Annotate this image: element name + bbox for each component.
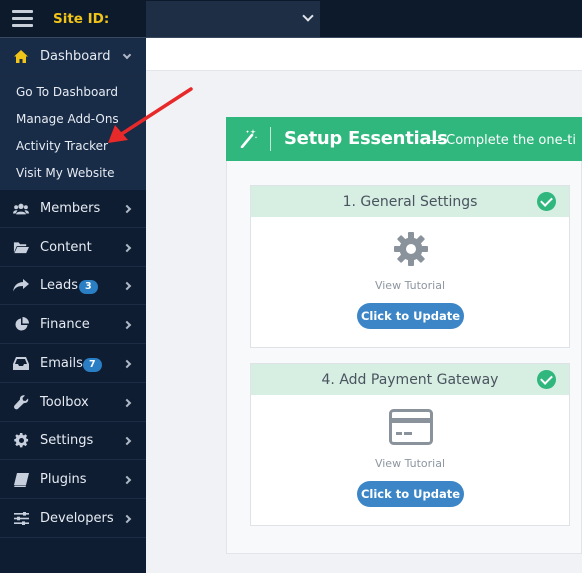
sidebar-item-leads[interactable]: Leads 3 [0, 267, 146, 305]
leads-count-badge: 3 [79, 280, 98, 294]
sidebar-item-finance[interactable]: Finance [0, 306, 146, 344]
click-to-update-button[interactable]: Click to Update [357, 303, 464, 329]
sidebar-item-label: Members [40, 201, 101, 216]
card-body: View Tutorial Click to Update [251, 217, 569, 347]
chevron-right-icon [122, 281, 132, 290]
setup-essentials-header: Setup Essentials — Complete the one-ti [226, 117, 582, 161]
chevron-right-icon [122, 359, 132, 368]
chevron-right-icon [122, 320, 132, 329]
sidebar-item-content[interactable]: Content [0, 229, 146, 267]
wrench-icon [13, 395, 29, 411]
credit-card-icon [389, 409, 433, 445]
chevron-right-icon [122, 243, 132, 252]
top-bar: Site ID: [0, 0, 582, 38]
book-icon [13, 472, 29, 488]
share-icon [13, 278, 29, 294]
sidebar-item-label: Content [40, 240, 92, 255]
submenu-activity-tracker[interactable]: Activity Tracker [16, 139, 108, 153]
folder-icon [13, 240, 29, 256]
chevron-right-icon [122, 398, 132, 407]
sidebar-item-label: Developers [40, 511, 114, 526]
card-title: 1. General Settings [342, 194, 478, 210]
view-tutorial-link[interactable]: View Tutorial [251, 457, 569, 470]
sliders-icon [13, 511, 29, 527]
setup-title: Setup Essentials [284, 128, 448, 149]
sidebar-item-developers[interactable]: Developers [0, 500, 146, 538]
sidebar-item-label: Settings [40, 433, 94, 448]
check-circle-icon [537, 192, 556, 211]
chevron-down-icon [122, 50, 132, 60]
view-tutorial-link[interactable]: View Tutorial [251, 279, 569, 292]
check-circle-icon [537, 370, 556, 389]
card-header: 4. Add Payment Gateway [251, 364, 569, 395]
site-id-select[interactable] [146, 1, 320, 37]
gear-icon [13, 433, 29, 449]
sidebar-item-emails[interactable]: Emails 7 [0, 345, 146, 383]
click-to-update-button[interactable]: Click to Update [357, 481, 464, 507]
hamburger-icon[interactable] [12, 10, 33, 27]
annotation-arrow [108, 87, 193, 143]
main-header-bar [146, 38, 582, 71]
pie-chart-icon [13, 317, 29, 333]
submenu-visit-my-website[interactable]: Visit My Website [16, 166, 115, 180]
chevron-right-icon [122, 436, 132, 445]
gear-icon [394, 232, 428, 266]
sidebar-item-label: Finance [40, 317, 90, 332]
chevron-right-icon [122, 204, 132, 213]
inbox-icon [13, 356, 29, 372]
sidebar-item-label: Plugins [40, 472, 87, 487]
sidebar-item-label: Dashboard [40, 49, 111, 64]
sidebar-item-members[interactable]: Members [0, 190, 146, 228]
home-icon [13, 49, 29, 65]
chevron-down-icon [302, 10, 314, 22]
sidebar-item-label: Leads [40, 278, 79, 293]
sidebar-item-label: Emails [40, 356, 83, 371]
sidebar-item-toolbox[interactable]: Toolbox [0, 384, 146, 422]
sidebar-item-plugins[interactable]: Plugins [0, 461, 146, 499]
setup-card-general-settings: 1. General Settings View Tutorial Click … [250, 185, 570, 348]
sidebar-item-label: Toolbox [40, 395, 89, 410]
chevron-right-icon [122, 475, 132, 484]
sidebar-item-settings[interactable]: Settings [0, 422, 146, 460]
setup-card-add-payment-gateway: 4. Add Payment Gateway View Tutorial Cli… [250, 363, 570, 526]
magic-wand-icon [240, 129, 258, 148]
users-icon [13, 201, 29, 217]
card-title: 4. Add Payment Gateway [321, 372, 499, 388]
sidebar-item-dashboard[interactable]: Dashboard [0, 38, 146, 76]
card-body: View Tutorial Click to Update [251, 395, 569, 525]
setup-subtitle: — Complete the one-ti [429, 133, 576, 148]
chevron-right-icon [122, 514, 132, 523]
header-divider [270, 127, 271, 151]
card-header: 1. General Settings [251, 186, 569, 217]
emails-count-badge: 7 [83, 358, 102, 372]
site-id-label: Site ID: [53, 11, 110, 27]
